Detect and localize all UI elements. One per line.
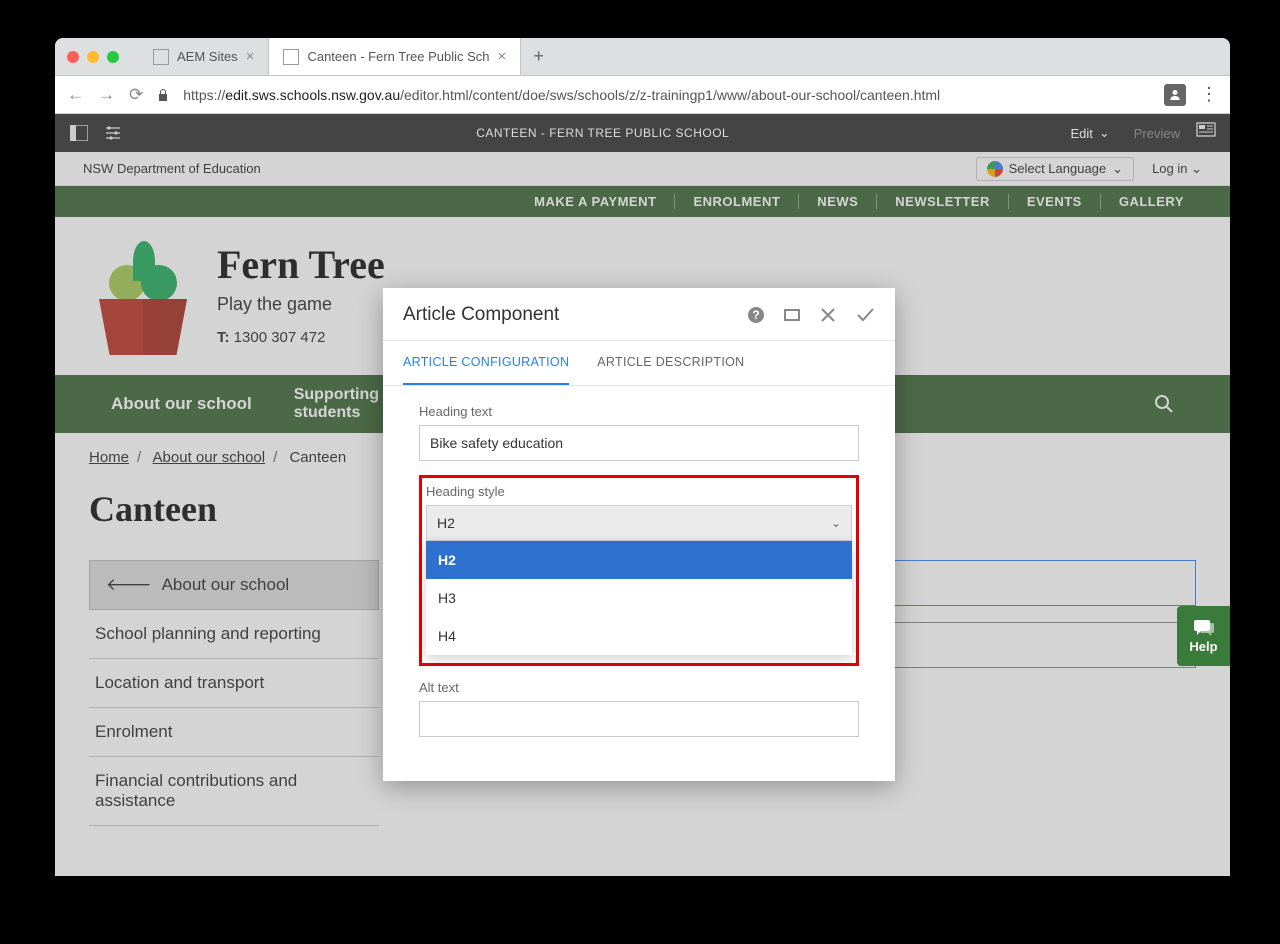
heading-style-label: Heading style xyxy=(426,484,852,499)
browser-tab-aem-sites[interactable]: AEM Sites × xyxy=(139,38,269,75)
browser-titlebar: AEM Sites × Canteen - Fern Tree Public S… xyxy=(55,38,1230,76)
department-label: NSW Department of Education xyxy=(83,161,261,176)
edit-mode-dropdown[interactable]: Edit ⌄ xyxy=(1070,125,1109,141)
nav-events[interactable]: EVENTS xyxy=(1009,194,1101,209)
nav-make-payment[interactable]: MAKE A PAYMENT xyxy=(516,194,675,209)
school-logo xyxy=(99,241,187,355)
browser-window: AEM Sites × Canteen - Fern Tree Public S… xyxy=(55,38,1230,876)
heading-style-select[interactable]: H2 ⌄ xyxy=(426,505,852,541)
school-phone: T: 1300 307 472 xyxy=(217,329,385,346)
maximize-window-icon[interactable] xyxy=(107,51,119,63)
chevron-down-icon: ⌄ xyxy=(1099,125,1110,141)
page-properties-icon[interactable] xyxy=(1196,122,1218,144)
option-h2[interactable]: H2 xyxy=(426,541,852,579)
help-fab[interactable]: Help xyxy=(1177,606,1230,666)
chat-icon xyxy=(1193,619,1215,637)
sidenav-item[interactable]: School planning and reporting xyxy=(89,610,379,659)
close-tab-icon[interactable]: × xyxy=(498,48,507,65)
url-display[interactable]: https://edit.sws.schools.nsw.gov.au/edit… xyxy=(183,87,1150,103)
browser-tab-canteen[interactable]: Canteen - Fern Tree Public Sch × xyxy=(269,38,521,75)
dialog-title: Article Component xyxy=(403,304,729,326)
sidenav-item[interactable]: Location and transport xyxy=(89,659,379,708)
page-icon xyxy=(153,49,169,65)
article-component-dialog: Article Component ? ARTICLE CONFIGURATIO… xyxy=(383,288,895,781)
crumb-current: Canteen xyxy=(289,449,346,466)
page-icon xyxy=(283,49,299,65)
settings-icon[interactable] xyxy=(101,121,125,145)
nav-news[interactable]: NEWS xyxy=(799,194,877,209)
google-translate-icon xyxy=(987,161,1003,177)
dialog-header: Article Component ? xyxy=(383,288,895,341)
minimize-window-icon[interactable] xyxy=(87,51,99,63)
alt-text-input[interactable] xyxy=(419,701,859,737)
browser-menu-icon[interactable]: ⋮ xyxy=(1200,84,1218,105)
alt-text-label: Alt text xyxy=(419,680,859,695)
sidenav-back[interactable]: 🡐 About our school xyxy=(89,560,379,610)
page-frame: NSW Department of Education Select Langu… xyxy=(55,152,1230,876)
utility-bar: NSW Department of Education Select Langu… xyxy=(55,152,1230,186)
aem-page-title: CANTEEN - FERN TREE PUBLIC SCHOOL xyxy=(135,126,1070,140)
option-h3[interactable]: H3 xyxy=(426,579,852,617)
reload-button[interactable]: ⟳ xyxy=(129,85,143,105)
close-icon[interactable] xyxy=(819,306,837,324)
close-tab-icon[interactable]: × xyxy=(246,48,255,65)
close-window-icon[interactable] xyxy=(67,51,79,63)
crumb-about[interactable]: About our school xyxy=(153,449,266,466)
side-panel-icon[interactable] xyxy=(67,121,91,145)
mainnav-about[interactable]: About our school xyxy=(111,394,252,414)
done-icon[interactable] xyxy=(855,306,875,324)
school-tagline: Play the game xyxy=(217,294,385,315)
language-selector[interactable]: Select Language ⌄ xyxy=(976,157,1135,181)
highlighted-region: Heading style H2 ⌄ H2 H3 H4 xyxy=(419,475,859,666)
chevron-down-icon: ⌄ xyxy=(831,516,841,530)
side-nav: 🡐 About our school School planning and r… xyxy=(89,560,379,826)
preview-button[interactable]: Preview xyxy=(1134,126,1180,141)
tab-label: AEM Sites xyxy=(177,49,238,64)
new-tab-button[interactable]: + xyxy=(521,46,556,67)
login-link[interactable]: Log in ⌄ xyxy=(1152,161,1202,177)
sidenav-item[interactable]: Financial contributions and assistance xyxy=(89,757,379,826)
browser-urlbar: ← → ⟳ https://edit.sws.schools.nsw.gov.a… xyxy=(55,76,1230,114)
tab-article-configuration[interactable]: ARTICLE CONFIGURATION xyxy=(403,341,569,385)
profile-icon[interactable] xyxy=(1164,84,1186,106)
tab-article-description[interactable]: ARTICLE DESCRIPTION xyxy=(597,341,744,385)
heading-style-options: H2 H3 H4 xyxy=(426,541,852,655)
search-icon[interactable] xyxy=(1154,394,1174,414)
forward-button[interactable]: → xyxy=(98,85,115,105)
heading-text-input[interactable] xyxy=(419,425,859,461)
option-h4[interactable]: H4 xyxy=(426,617,852,655)
dialog-tabs: ARTICLE CONFIGURATION ARTICLE DESCRIPTIO… xyxy=(383,341,895,386)
back-button[interactable]: ← xyxy=(67,85,84,105)
fullscreen-icon[interactable] xyxy=(783,306,801,324)
tab-label: Canteen - Fern Tree Public Sch xyxy=(307,49,489,64)
sidenav-item[interactable]: Enrolment xyxy=(89,708,379,757)
svg-text:?: ? xyxy=(752,308,759,322)
top-actions-nav: MAKE A PAYMENT ENROLMENT NEWS NEWSLETTER… xyxy=(55,186,1230,217)
crumb-home[interactable]: Home xyxy=(89,449,129,466)
lock-icon xyxy=(157,88,169,102)
nav-gallery[interactable]: GALLERY xyxy=(1101,194,1202,209)
nav-enrolment[interactable]: ENROLMENT xyxy=(675,194,799,209)
window-controls xyxy=(67,51,119,63)
school-name: Fern Tree xyxy=(217,241,385,288)
heading-text-label: Heading text xyxy=(419,404,859,419)
help-icon[interactable]: ? xyxy=(747,306,765,324)
chevron-down-icon: ⌄ xyxy=(1112,161,1123,177)
dialog-body: Heading text Heading style H2 ⌄ H2 H3 H4… xyxy=(383,386,895,781)
arrow-left-icon: 🡐 xyxy=(106,575,152,595)
aem-toolbar: CANTEEN - FERN TREE PUBLIC SCHOOL Edit ⌄… xyxy=(55,114,1230,152)
nav-newsletter[interactable]: NEWSLETTER xyxy=(877,194,1009,209)
